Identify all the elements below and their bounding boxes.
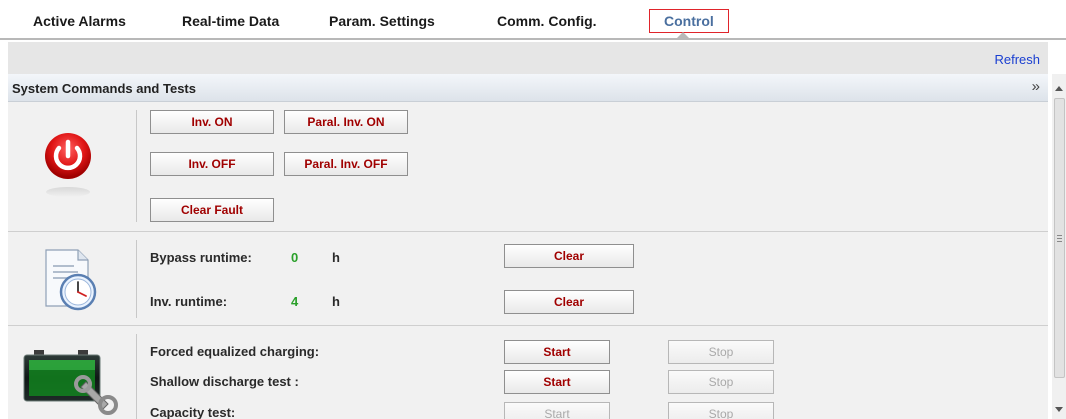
scroll-down-icon[interactable] [1055,407,1063,412]
clear-fault-button[interactable]: Clear Fault [150,198,274,222]
document-clock-icon [8,244,136,314]
shallow-discharge-stop-button[interactable]: Stop [668,370,774,394]
active-tab-indicator [676,32,690,39]
paral-inv-on-button[interactable]: Paral. Inv. ON [284,110,408,134]
scroll-thumb[interactable] [1054,98,1065,378]
inv-runtime-unit: h [332,294,340,309]
bypass-runtime-unit: h [332,250,340,265]
runtime-section: Bypass runtime: 0 h Clear Inv. runtime: … [8,232,1048,326]
panel-header: System Commands and Tests » [8,74,1048,102]
capacity-test-start-button[interactable]: Start [504,402,610,419]
panel-title: System Commands and Tests [12,81,196,96]
section-divider [136,334,137,419]
forced-charging-stop-button[interactable]: Stop [668,340,774,364]
vertical-scrollbar[interactable] [1052,74,1066,419]
main-nav: Active Alarms Real-time Data Param. Sett… [0,0,1066,40]
battery-wrench-icon [8,342,136,419]
section-divider [136,240,137,318]
inv-off-button[interactable]: Inv. OFF [150,152,274,176]
tab-real-time-data[interactable]: Real-time Data [182,9,279,33]
double-chevron-right-icon[interactable]: » [1032,78,1040,95]
scroll-up-icon[interactable] [1055,86,1063,91]
power-icon [8,120,136,210]
tab-active-alarms[interactable]: Active Alarms [33,9,126,33]
toolbar: Refresh [8,42,1048,74]
section-divider [136,110,137,222]
system-commands-panel: System Commands and Tests » Inv. ON Para… [8,74,1048,419]
capacity-test-label: Capacity test: [150,405,236,419]
shallow-discharge-test-label: Shallow discharge test : [150,374,299,389]
tab-param-settings[interactable]: Param. Settings [329,9,435,33]
inv-on-button[interactable]: Inv. ON [150,110,274,134]
shallow-discharge-start-button[interactable]: Start [504,370,610,394]
inv-runtime-value: 4 [291,294,299,309]
paral-inv-off-button[interactable]: Paral. Inv. OFF [284,152,408,176]
grip-icon [1057,235,1062,242]
power-command-section: Inv. ON Paral. Inv. ON Inv. OFF Paral. I… [8,102,1048,232]
battery-test-section: Forced equalized charging: Start Stop Sh… [8,326,1048,419]
clear-inv-runtime-button[interactable]: Clear [504,290,634,314]
clear-bypass-runtime-button[interactable]: Clear [504,244,634,268]
bypass-runtime-value: 0 [291,250,299,265]
refresh-link[interactable]: Refresh [994,52,1040,67]
tab-comm-config[interactable]: Comm. Config. [497,9,597,33]
forced-charging-start-button[interactable]: Start [504,340,610,364]
tab-control[interactable]: Control [649,9,729,33]
inv-runtime-label: Inv. runtime: [150,294,228,309]
bypass-runtime-label: Bypass runtime: [150,250,252,265]
forced-equalized-charging-label: Forced equalized charging: [150,344,320,359]
capacity-test-stop-button[interactable]: Stop [668,402,774,419]
